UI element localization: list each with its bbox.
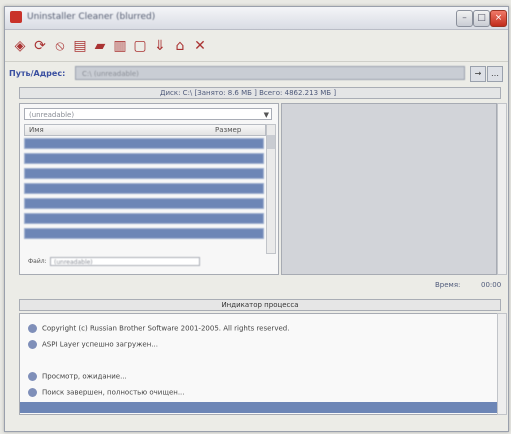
status-label: Время:	[435, 281, 461, 289]
table-row[interactable]	[24, 138, 264, 149]
file-list-pane: (unreadable) ▼ Имя Размер Файл: (unreada…	[19, 103, 279, 275]
path-input[interactable]: (unreadable)	[50, 257, 200, 266]
go-button[interactable]: →	[470, 66, 486, 82]
log-panel: Copyright (c) Russian Brother Software 2…	[19, 313, 501, 415]
trash-icon[interactable]: ▥	[111, 37, 129, 55]
file-rows	[24, 138, 264, 243]
info-icon	[28, 340, 37, 349]
preview-pane	[281, 103, 497, 275]
disk-info-bar: Диск: C:\ [Занято: 8.6 МБ ] Всего: 4862.…	[19, 87, 501, 99]
info-icon	[28, 388, 37, 397]
list-item: Поиск завершен, полностью очищен...	[28, 388, 185, 397]
table-row[interactable]	[24, 153, 264, 164]
arrow-down-icon[interactable]: ⇓	[151, 37, 169, 55]
search-icon[interactable]: ◈	[11, 37, 29, 55]
log-text: Поиск завершен, полностью очищен...	[42, 388, 185, 397]
preview-scrollbar[interactable]	[497, 103, 507, 275]
address-bar: Путь/Адрес: C:\ (unreadable) → …	[5, 65, 508, 83]
home-icon[interactable]: ⌂	[171, 37, 189, 55]
column-name-header[interactable]: Имя	[29, 125, 44, 135]
folder-icon[interactable]: ▰	[91, 37, 109, 55]
info-icon	[28, 324, 37, 333]
log-text: Copyright (c) Russian Brother Software 2…	[42, 324, 290, 333]
drive-dropdown-value: (unreadable)	[29, 111, 75, 119]
chevron-down-icon: ▼	[263, 111, 269, 119]
table-row[interactable]	[24, 198, 264, 209]
address-input[interactable]: C:\ (unreadable)	[75, 66, 465, 80]
stop-icon[interactable]: ⦸	[51, 37, 69, 55]
maximize-button[interactable]: □	[473, 10, 490, 27]
list-item: Copyright (c) Russian Brother Software 2…	[28, 324, 289, 333]
close-button[interactable]: ×	[490, 10, 507, 27]
close-icon[interactable]: ✕	[191, 37, 209, 55]
log-text: ASPI Layer успешно загружен...	[42, 340, 158, 349]
log-selection[interactable]	[20, 402, 500, 413]
app-icon	[10, 11, 22, 23]
list-item: ASPI Layer успешно загружен...	[28, 340, 158, 349]
settings-icon[interactable]: ▢	[131, 37, 149, 55]
list-item: Просмотр, ожидание...	[28, 372, 127, 381]
info-icon	[28, 372, 37, 381]
browse-button[interactable]: …	[487, 66, 503, 82]
toolbar: ◈ ⟳ ⦸ ▤ ▰ ▥ ▢ ⇓ ⌂ ✕	[5, 31, 508, 62]
table-row[interactable]	[24, 213, 264, 224]
window-title: Uninstaller Cleaner (blurred)	[27, 12, 156, 22]
file-list-header: Имя Размер	[24, 124, 266, 136]
table-row[interactable]	[24, 183, 264, 194]
scrollbar-thumb[interactable]	[267, 135, 275, 149]
title-bar: Uninstaller Cleaner (blurred) – □ ×	[5, 7, 508, 30]
app-window: Uninstaller Cleaner (blurred) – □ × ◈ ⟳ …	[4, 6, 509, 432]
status-value: 00:00	[481, 281, 502, 289]
disk-info-text: Диск: C:\ [Занято: 8.6 МБ ] Всего: 4862.…	[160, 89, 337, 97]
table-row[interactable]	[24, 168, 264, 179]
path-label: Файл:	[28, 258, 47, 265]
log-text: Просмотр, ожидание...	[42, 372, 127, 381]
minimize-button[interactable]: –	[456, 10, 473, 27]
table-row[interactable]	[24, 228, 264, 239]
drive-dropdown[interactable]: (unreadable) ▼	[24, 108, 272, 120]
log-panel-header: Индикатор процесса	[19, 299, 501, 311]
column-size-header[interactable]: Размер	[215, 125, 241, 135]
address-label: Путь/Адрес:	[9, 69, 66, 78]
file-list-scrollbar[interactable]	[266, 124, 276, 254]
document-icon[interactable]: ▤	[71, 37, 89, 55]
refresh-icon[interactable]: ⟳	[31, 37, 49, 55]
log-scrollbar[interactable]	[497, 313, 507, 415]
